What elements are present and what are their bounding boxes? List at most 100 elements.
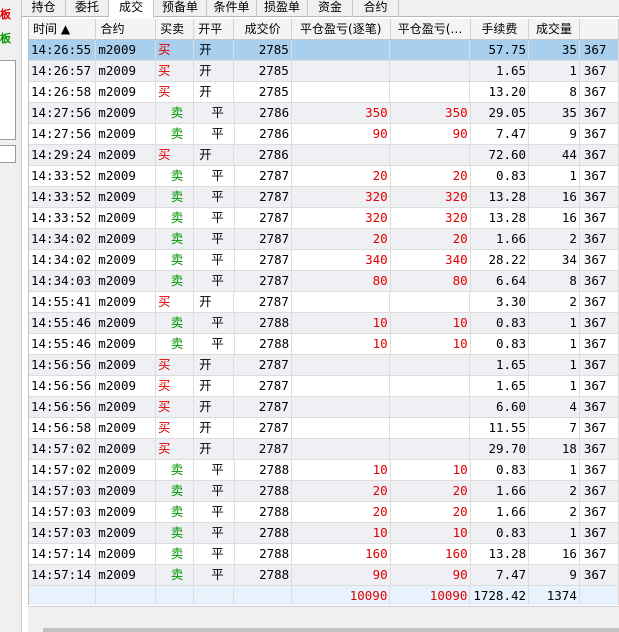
header-contract[interactable]: 合约 (96, 19, 157, 39)
cell-pnl-each: 20 (292, 229, 391, 249)
cell-extra: 367 (580, 523, 619, 543)
cell-pnl-each: 10 (292, 460, 391, 480)
cell-price: 2788 (235, 523, 293, 543)
cell-fee: 1.65 (470, 61, 530, 81)
header-pnl-each[interactable]: 平仓盈亏(逐笔) (292, 19, 391, 39)
cell-volume: 4 (529, 397, 580, 417)
table-row[interactable]: 14:27:56 m2009 卖平 2786 90 90 7.47 9 367 (29, 124, 619, 145)
cell-fee: 11.55 (470, 418, 530, 438)
cell-pnl-other (390, 40, 471, 60)
cell-contract: m2009 (96, 61, 156, 81)
cell-offset: 开 (194, 145, 235, 165)
table-row[interactable]: 14:26:55 m2009 买开 2785 57.75 35 367 (29, 40, 619, 61)
cell-price: 2787 (235, 250, 293, 270)
cell-pnl-other (390, 61, 471, 81)
header-fee[interactable]: 手续费 (471, 19, 530, 39)
cell-offset: 平 (194, 271, 235, 291)
table-row[interactable]: 14:33:52 m2009 卖平 2787 320 320 13.28 16 367 (29, 208, 619, 229)
tab-orders[interactable]: 委托 (66, 0, 109, 17)
cell-fee: 72.60 (470, 145, 530, 165)
table-row[interactable]: 14:56:56 m2009 买开 2787 1.65 1 367 (29, 355, 619, 376)
cell-extra: 367 (580, 166, 619, 186)
cell-pnl-each (292, 376, 391, 396)
cell-volume: 9 (529, 124, 580, 144)
cell-offset: 平 (194, 166, 235, 186)
tab-stop-orders[interactable]: 损盈单 (257, 0, 308, 17)
tab-prepared-orders[interactable]: 预备单 (154, 0, 207, 17)
header-direction[interactable]: 买卖 (156, 19, 195, 39)
tab-positions[interactable]: 持仓 (22, 0, 66, 17)
cell-contract: m2009 (96, 439, 156, 459)
table-row[interactable]: 14:57:03 m2009 卖平 2788 10 10 0.83 1 367 (29, 523, 619, 544)
left-tag-bottom: 板 (0, 32, 11, 45)
scrollbar-thumb[interactable] (43, 628, 619, 632)
cell-extra: 367 (580, 334, 619, 354)
cell-pnl-other: 80 (391, 271, 471, 291)
cell-price: 2787 (235, 166, 293, 186)
cell-time: 14:34:02 (29, 250, 97, 270)
table-row[interactable]: 14:56:56 m2009 买开 2787 1.65 1 367 (29, 376, 619, 397)
table-row[interactable]: 14:57:14 m2009 卖平 2788 160 160 13.28 16 367 (29, 544, 619, 565)
cell-price: 2788 (235, 334, 293, 354)
table-row[interactable]: 14:56:56 m2009 买开 2787 6.60 4 367 (29, 397, 619, 418)
table-row[interactable]: 14:57:03 m2009 卖平 2788 20 20 1.66 2 367 (29, 502, 619, 523)
table-row[interactable]: 14:34:02 m2009 卖平 2787 20 20 1.66 2 367 (29, 229, 619, 250)
cell-pnl-other: 160 (391, 544, 471, 564)
table-row[interactable]: 14:57:03 m2009 卖平 2788 20 20 1.66 2 367 (29, 481, 619, 502)
cell-offset: 开 (194, 439, 235, 459)
table-row[interactable]: 14:33:52 m2009 卖平 2787 20 20 0.83 1 367 (29, 166, 619, 187)
table-row[interactable]: 14:57:14 m2009 卖平 2788 90 90 7.47 9 367 (29, 565, 619, 586)
cell-extra: 367 (580, 103, 619, 123)
table-row[interactable]: 14:55:46 m2009 卖平 2788 10 10 0.83 1 367 (29, 313, 619, 334)
header-time[interactable]: 时间 ▲ (29, 19, 97, 39)
table-row[interactable]: 14:26:58 m2009 买开 2785 13.20 8 367 (29, 82, 619, 103)
cell-direction: 卖 (156, 187, 195, 207)
cell-contract: m2009 (96, 103, 156, 123)
total-cell-blank (156, 586, 195, 605)
cell-volume: 2 (529, 229, 580, 249)
cell-direction: 买 (156, 397, 195, 417)
header-pnl-other[interactable]: 平仓盈亏(… (391, 19, 471, 39)
total-cell-blank (234, 586, 292, 605)
tab-conditional-orders[interactable]: 条件单 (207, 0, 257, 17)
cell-pnl-other (390, 292, 471, 312)
cell-pnl-other (390, 397, 471, 417)
horizontal-scrollbar[interactable] (28, 606, 619, 632)
table-row[interactable]: 14:34:03 m2009 卖平 2787 80 80 6.64 8 367 (29, 271, 619, 292)
cell-direction: 买 (156, 40, 195, 60)
header-volume[interactable]: 成交量 (529, 19, 580, 39)
tab-contracts[interactable]: 合约 (353, 0, 399, 17)
header-extra[interactable] (580, 19, 619, 39)
cell-price: 2787 (235, 229, 293, 249)
cell-direction: 卖 (156, 544, 195, 564)
table-row[interactable]: 14:33:52 m2009 卖平 2787 320 320 13.28 16 367 (29, 187, 619, 208)
table-row[interactable]: 14:55:46 m2009 卖平 2788 10 10 0.83 1 367 (29, 334, 619, 355)
table-row[interactable]: 14:29:24 m2009 买开 2786 72.60 44 367 (29, 145, 619, 166)
table-row[interactable]: 14:26:57 m2009 买开 2785 1.65 1 367 (29, 61, 619, 82)
tab-trades[interactable]: 成交 (109, 0, 154, 18)
cell-price: 2787 (234, 397, 292, 417)
table-row[interactable]: 14:56:58 m2009 买开 2787 11.55 7 367 (29, 418, 619, 439)
cell-direction: 卖 (156, 208, 195, 228)
header-price[interactable]: 成交价 (234, 19, 292, 39)
table-row[interactable]: 14:55:41 m2009 买开 2787 3.30 2 367 (29, 292, 619, 313)
cell-offset: 开 (194, 82, 235, 102)
cell-fee: 13.20 (470, 82, 530, 102)
table-row[interactable]: 14:34:02 m2009 卖平 2787 340 340 28.22 34 367 (29, 250, 619, 271)
cell-extra: 367 (580, 355, 619, 375)
cell-contract: m2009 (96, 292, 156, 312)
total-volume: 1374 (529, 586, 580, 605)
header-offset[interactable]: 开平 (194, 19, 235, 39)
cell-offset: 平 (194, 103, 235, 123)
cell-volume: 8 (529, 82, 580, 102)
table-body: 14:26:55 m2009 买开 2785 57.75 35 367 14:26:57 m20… (29, 40, 619, 586)
cell-contract: m2009 (96, 229, 156, 249)
cell-volume: 2 (529, 502, 580, 522)
cell-pnl-each: 20 (292, 502, 391, 522)
table-row[interactable]: 14:57:02 m2009 卖平 2788 10 10 0.83 1 367 (29, 460, 619, 481)
cell-pnl-each: 10 (292, 523, 391, 543)
cell-contract: m2009 (96, 460, 156, 480)
table-row[interactable]: 14:27:56 m2009 卖平 2786 350 350 29.05 35 367 (29, 103, 619, 124)
tab-funds[interactable]: 资金 (308, 0, 353, 17)
table-row[interactable]: 14:57:02 m2009 买开 2787 29.70 18 367 (29, 439, 619, 460)
